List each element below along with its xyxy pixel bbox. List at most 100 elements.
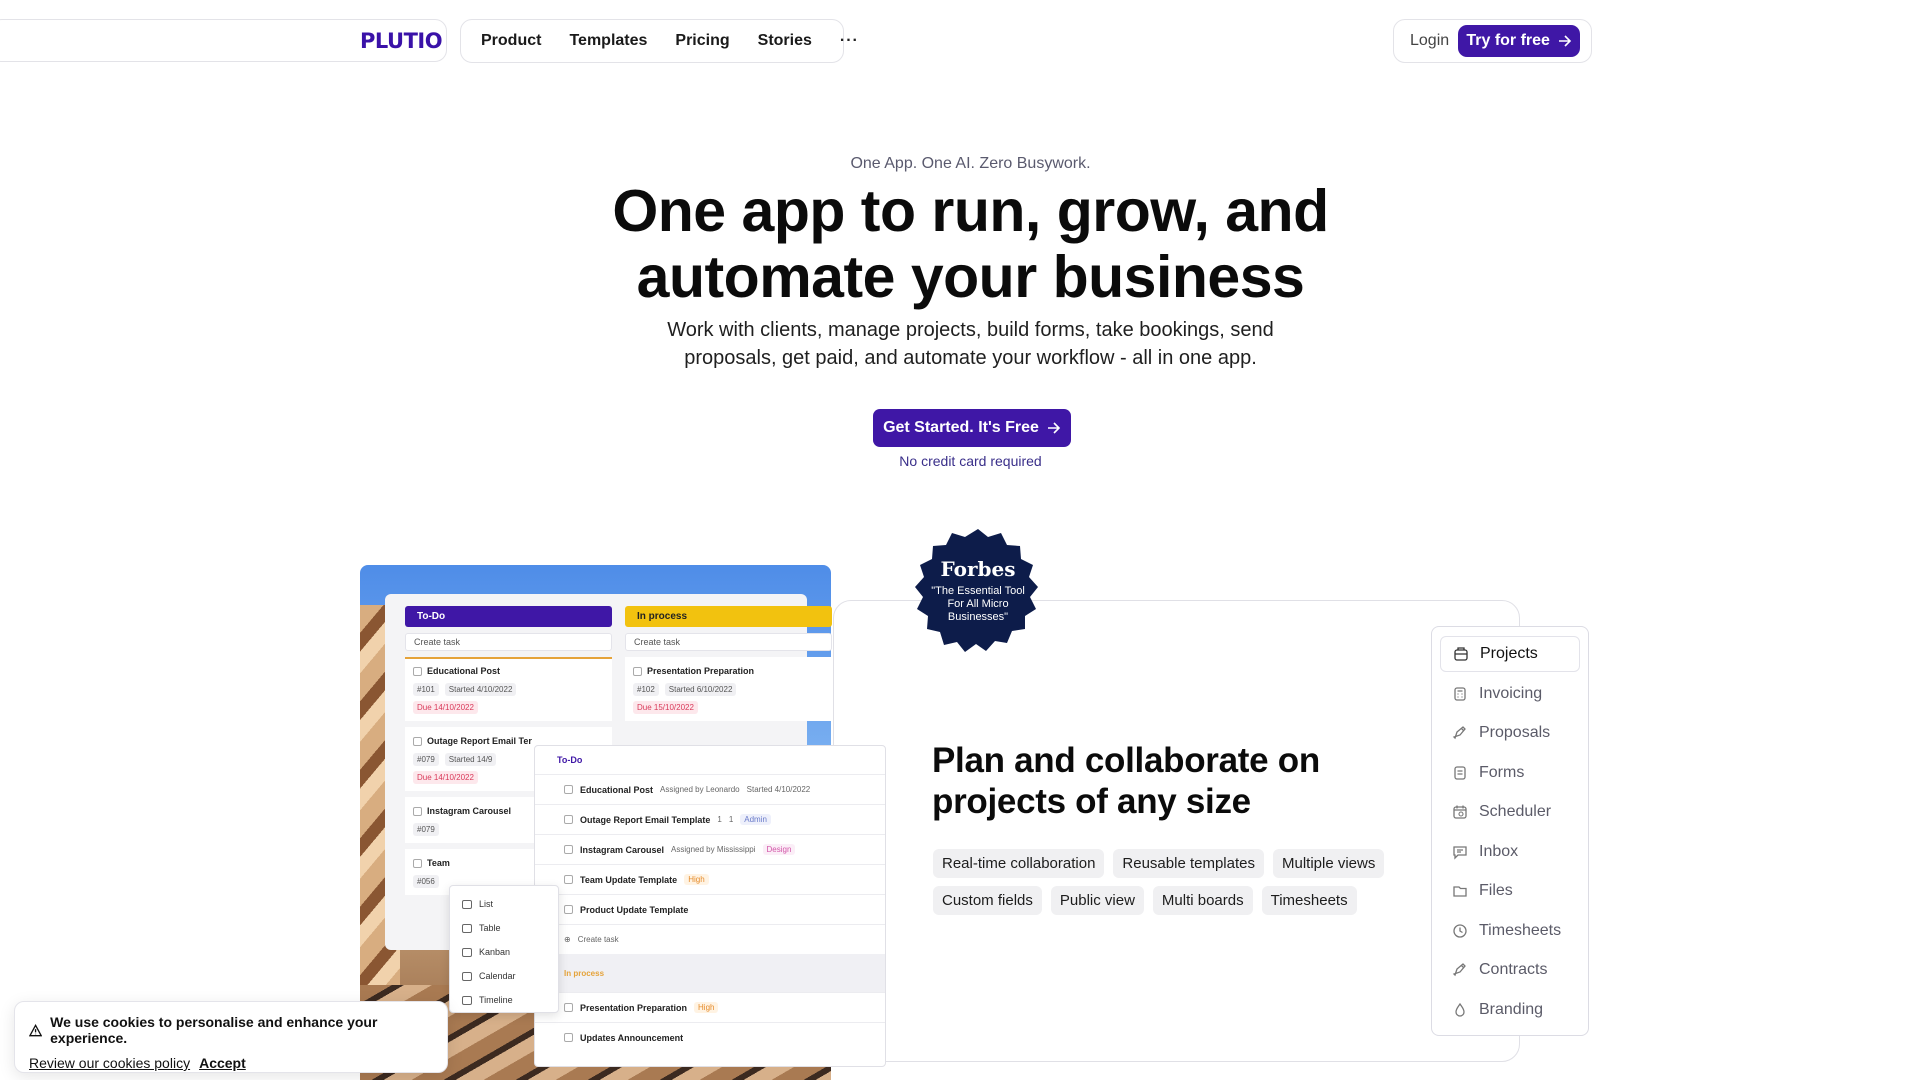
row-title: Outage Report Email Template xyxy=(580,814,711,825)
subtitle-line-1: Work with clients, manage projects, buil… xyxy=(667,319,1274,341)
row-title: Presentation Preparation xyxy=(580,1002,688,1013)
task-id: #079 xyxy=(413,823,439,836)
login-link[interactable]: Login xyxy=(1410,32,1449,50)
list-row: Updates Announcement xyxy=(535,1022,885,1052)
cookie-message: We use cookies to personalise and enhanc… xyxy=(29,1014,433,1046)
cookie-actions: Review our cookies policy Accept xyxy=(29,1055,433,1071)
task-started: Started 4/10/2022 xyxy=(444,683,517,696)
cookie-policy-link[interactable]: Review our cookies policy xyxy=(29,1055,190,1071)
calendar-clock-icon xyxy=(1453,805,1467,819)
view-label: Timeline xyxy=(479,995,513,1005)
feature-tag: Multiple views xyxy=(1272,849,1385,878)
create-task-label: Create task xyxy=(577,935,619,944)
checkbox-icon xyxy=(413,736,422,746)
create-task-button: Create task xyxy=(405,633,612,651)
list-row: Team Update Template High xyxy=(535,864,885,894)
try-for-free-button[interactable]: Try for free xyxy=(1458,25,1581,57)
try-for-free-label: Try for free xyxy=(1466,32,1550,49)
row-badge: Admin xyxy=(740,814,771,825)
list-create-task: ⊕ Create task xyxy=(535,924,885,954)
main-nav: Product Templates Pricing Stories ··· xyxy=(460,19,858,63)
view-option-list: List xyxy=(450,892,558,916)
forbes-name: Forbes xyxy=(940,557,1016,581)
menu-item-label: Invoicing xyxy=(1479,684,1543,702)
forbes-badge-text: Forbes "The Essential Tool For All Micro… xyxy=(908,557,1048,624)
nav-link-pricing[interactable]: Pricing xyxy=(675,32,729,50)
view-label: Calendar xyxy=(479,971,516,981)
list-row: Product Update Template xyxy=(535,894,885,924)
auth-nav: Login Try for free xyxy=(1393,19,1592,63)
list-group-title: To-Do xyxy=(557,755,583,765)
menu-item-label: Contracts xyxy=(1479,961,1548,978)
row-badge: High xyxy=(694,1002,719,1013)
task-card: Presentation Preparation #102 Started 6/1… xyxy=(625,657,832,721)
more-menu-icon[interactable]: ··· xyxy=(840,32,859,50)
plutio-logo[interactable]: PLUTIO xyxy=(360,29,443,53)
headline-line-2: automate your business xyxy=(636,244,1305,310)
list-row: Outage Report Email Template 1 1 Admin xyxy=(535,804,885,834)
menu-item-files[interactable]: Files xyxy=(1440,873,1580,909)
checkbox-icon xyxy=(564,875,573,884)
nav-link-templates[interactable]: Templates xyxy=(569,32,647,50)
menu-item-timesheets[interactable]: Timesheets xyxy=(1440,913,1580,949)
row-badge: High xyxy=(684,874,709,885)
row-meta: Assigned by Mississippi xyxy=(671,845,756,854)
checkbox-icon xyxy=(564,905,573,914)
column-header: To-Do xyxy=(405,606,612,627)
get-started-button[interactable]: Get Started. It's Free xyxy=(873,409,1071,447)
forbes-quote: "The Essential Tool For All Micro Busine… xyxy=(931,585,1025,623)
view-label: Table xyxy=(479,923,501,933)
headline-line-1: One app to run, grow, and xyxy=(612,178,1329,244)
task-title: Team xyxy=(427,858,450,868)
view-option-timeline: Timeline xyxy=(450,988,558,1012)
row-meta: Started 4/10/2022 xyxy=(746,785,811,794)
warning-icon xyxy=(29,1023,43,1036)
signature-icon xyxy=(1452,963,1466,977)
row-title: Updates Announcement xyxy=(580,1032,684,1043)
menu-item-inbox[interactable]: Inbox xyxy=(1440,834,1580,870)
menu-item-label: Projects xyxy=(1480,645,1538,662)
menu-item-label: Inbox xyxy=(1479,842,1519,860)
menu-item-label: Timesheets xyxy=(1479,921,1562,939)
task-started: Started 14/9 xyxy=(444,753,497,766)
checkbox-icon xyxy=(413,666,422,676)
task-id: #101 xyxy=(413,683,439,696)
nav-link-product[interactable]: Product xyxy=(481,32,541,50)
menu-item-scheduler[interactable]: Scheduler xyxy=(1440,794,1580,830)
menu-item-label: Scheduler xyxy=(1479,803,1552,820)
feature-tag: Timesheets xyxy=(1261,886,1357,915)
list-view-panel: To-Do Educational Post Assigned by Leonar… xyxy=(534,745,886,1067)
cookie-message-text: We use cookies to personalise and enhanc… xyxy=(50,1014,378,1046)
feature-title-line-2: projects of any size xyxy=(932,782,1251,821)
column-header: In process xyxy=(625,606,832,627)
feature-title: Plan and collaborate on projects of any … xyxy=(932,740,1320,822)
menu-item-forms[interactable]: Forms xyxy=(1440,755,1580,791)
drop-icon xyxy=(1455,1002,1465,1017)
feature-tag: Public view xyxy=(1050,886,1144,915)
menu-item-invoicing[interactable]: Invoicing xyxy=(1440,676,1580,712)
create-task-label: Create task xyxy=(414,637,461,647)
briefcase-icon xyxy=(1454,647,1468,661)
row-meta: Assigned by Leonardo xyxy=(660,785,740,794)
view-label: List xyxy=(479,899,494,909)
task-title: Outage Report Email Ter xyxy=(427,736,532,746)
get-started-label: Get Started. It's Free xyxy=(883,419,1039,436)
row-title: Instagram Carousel xyxy=(580,844,665,855)
nav-link-stories[interactable]: Stories xyxy=(758,32,812,50)
checkbox-icon xyxy=(564,845,573,854)
list-row: Presentation Preparation High xyxy=(535,992,885,1022)
checkbox-icon xyxy=(564,815,573,824)
menu-item-contracts[interactable]: Contracts xyxy=(1440,952,1580,988)
list-row: Instagram Carousel Assigned by Mississipp… xyxy=(535,834,885,864)
checkbox-icon xyxy=(413,806,422,816)
menu-item-projects[interactable]: Projects xyxy=(1440,636,1580,672)
chat-icon xyxy=(1453,845,1467,860)
task-title: Educational Post xyxy=(427,666,501,676)
menu-item-proposals[interactable]: Proposals xyxy=(1440,715,1580,751)
view-option-table: Table xyxy=(450,916,558,940)
kanban-icon xyxy=(462,947,472,957)
accept-cookies-button[interactable]: Accept xyxy=(199,1055,246,1071)
task-due: Due 14/10/2022 xyxy=(413,771,478,784)
menu-item-branding[interactable]: Branding xyxy=(1440,992,1580,1028)
view-switcher-menu: List Table Kanban Calendar Timeline xyxy=(449,885,559,1013)
